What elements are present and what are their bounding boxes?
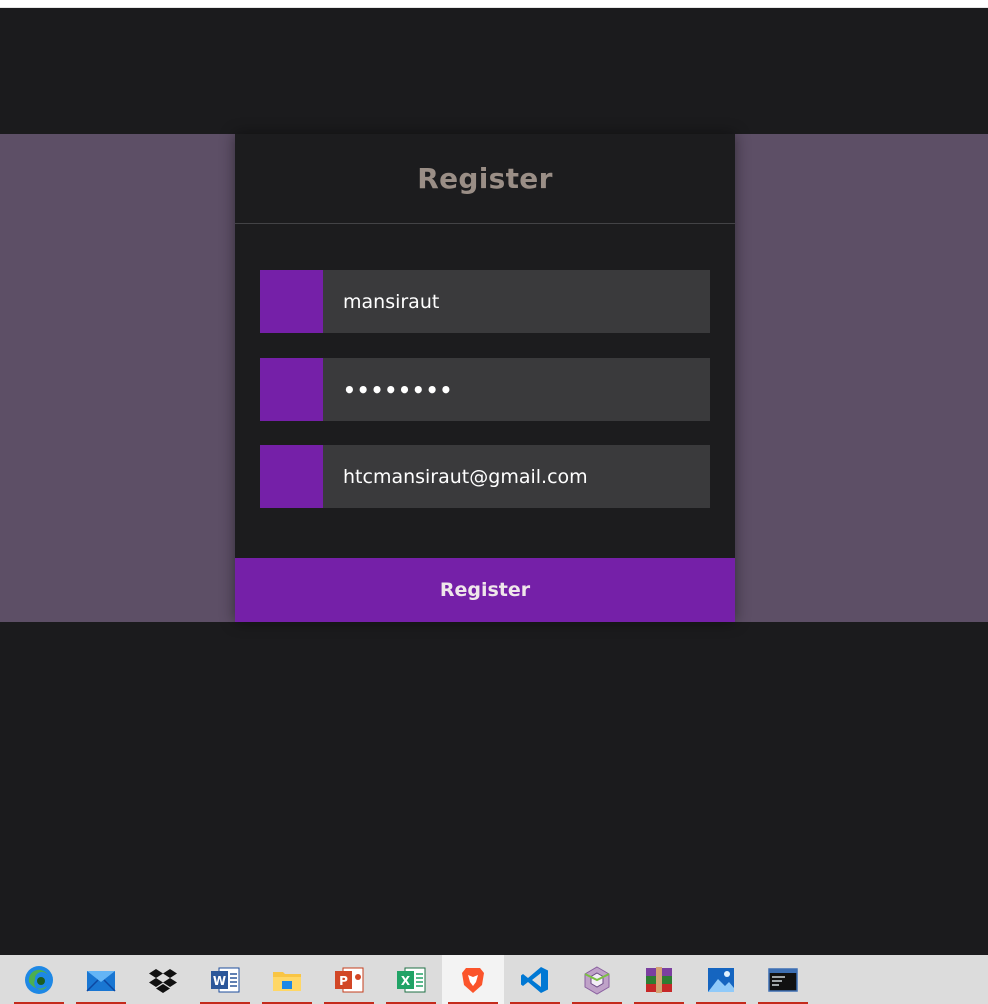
mail-icon (85, 964, 117, 996)
taskbar-item-word[interactable]: W (194, 955, 256, 1004)
excel-icon: X (395, 964, 427, 996)
register-card: Register mansiraut •••••••• htcmansiraut… (235, 134, 735, 622)
winrar-icon (643, 964, 675, 996)
taskbar-item-edge[interactable] (8, 955, 70, 1004)
taskbar-item-dropbox[interactable] (132, 955, 194, 1004)
netbeans-icon (581, 964, 613, 996)
email-icon (260, 445, 323, 508)
taskbar-item-file-explorer[interactable] (256, 955, 318, 1004)
taskbar-item-mail[interactable] (70, 955, 132, 1004)
card-header: Register (235, 134, 735, 224)
brave-icon (457, 964, 489, 996)
register-button-label: Register (439, 579, 531, 601)
username-field-row: mansiraut (260, 270, 710, 333)
powerpoint-icon: P (333, 964, 365, 996)
taskbar: W P X (0, 955, 988, 1004)
password-icon (260, 358, 323, 421)
taskbar-item-photos[interactable] (690, 955, 752, 1004)
mysql-icon (767, 964, 799, 996)
photos-icon (705, 964, 737, 996)
dropbox-icon (147, 964, 179, 996)
password-field-row: •••••••• (260, 358, 710, 421)
password-field[interactable]: •••••••• (323, 358, 710, 421)
svg-text:W: W (213, 974, 226, 988)
taskbar-item-powerpoint[interactable]: P (318, 955, 380, 1004)
taskbar-item-winrar[interactable] (628, 955, 690, 1004)
browser-top-strip (0, 0, 988, 8)
word-icon: W (209, 964, 241, 996)
page-title: Register (417, 162, 553, 195)
email-field[interactable]: htcmansiraut@gmail.com (323, 445, 710, 508)
username-icon (260, 270, 323, 333)
email-field-row: htcmansiraut@gmail.com (260, 445, 710, 508)
taskbar-item-excel[interactable]: X (380, 955, 442, 1004)
taskbar-item-vscode[interactable] (504, 955, 566, 1004)
username-field[interactable]: mansiraut (323, 270, 710, 333)
vscode-icon (519, 964, 551, 996)
taskbar-item-mysql[interactable] (752, 955, 814, 1004)
taskbar-item-brave[interactable] (442, 955, 504, 1004)
register-button[interactable]: Register (235, 558, 735, 622)
taskbar-item-netbeans[interactable] (566, 955, 628, 1004)
svg-text:X: X (401, 974, 411, 988)
edge-icon (23, 964, 55, 996)
file-explorer-icon (271, 964, 303, 996)
svg-text:P: P (339, 974, 348, 988)
